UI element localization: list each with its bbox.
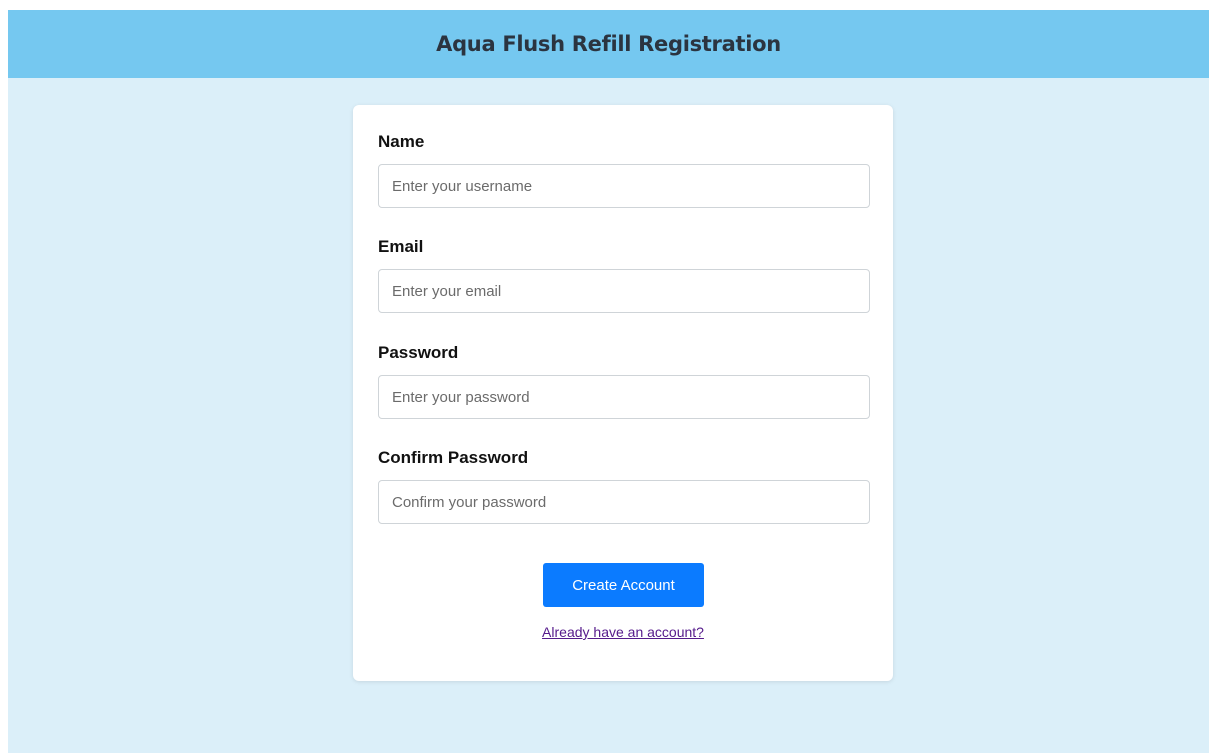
registration-form: Name Email Password Confirm Password Cre… xyxy=(353,105,893,681)
create-account-button[interactable]: Create Account xyxy=(543,563,704,607)
login-link-container: Already have an account? xyxy=(353,624,893,640)
name-input[interactable] xyxy=(378,164,870,208)
email-label: Email xyxy=(378,237,424,256)
name-label: Name xyxy=(378,132,425,151)
confirm-password-label: Confirm Password xyxy=(378,448,529,467)
login-link[interactable]: Already have an account? xyxy=(542,624,704,640)
password-input[interactable] xyxy=(378,375,870,419)
page-title: Aqua Flush Refill Registration xyxy=(436,32,781,56)
password-label: Password xyxy=(378,343,459,362)
page-background: Aqua Flush Refill Registration Name Emai… xyxy=(8,10,1209,753)
confirm-password-input[interactable] xyxy=(378,480,870,524)
email-input[interactable] xyxy=(378,269,870,313)
page-header: Aqua Flush Refill Registration xyxy=(8,10,1209,78)
